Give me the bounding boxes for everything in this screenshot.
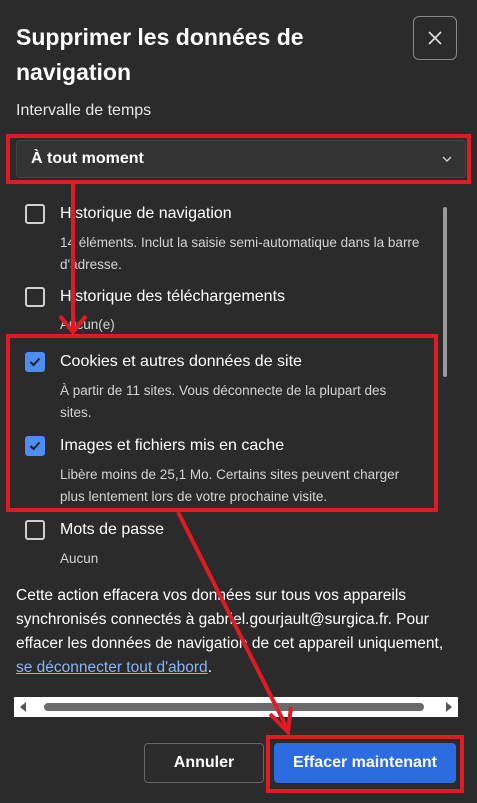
sync-note: Cette action effacera vos données sur to…	[16, 584, 461, 680]
sign-out-link[interactable]: se déconnecter tout d'abord	[16, 659, 208, 676]
cookies-checkbox[interactable]	[25, 352, 45, 372]
time-range-value: À tout moment	[31, 150, 144, 167]
browsing-history-checkbox[interactable]	[25, 204, 45, 224]
horizontal-scrollbar[interactable]	[14, 697, 458, 717]
item-description: Aucun	[60, 551, 99, 564]
item-title: Historique des téléchargements	[60, 288, 286, 305]
close-icon	[428, 31, 442, 45]
item-description: Aucun(e)	[60, 317, 115, 332]
vertical-scrollbar[interactable]	[443, 207, 447, 377]
clear-now-button[interactable]: Effacer maintenant	[274, 743, 456, 783]
sync-note-end: .	[207, 659, 212, 676]
scrollbar-thumb[interactable]	[44, 703, 424, 711]
item-title: Historique de navigation	[60, 205, 232, 222]
item-title: Mots de passe	[60, 521, 165, 538]
dialog-title: Supprimer les données de navigation	[16, 24, 304, 85]
scroll-right-icon[interactable]	[444, 701, 454, 713]
download-history-checkbox[interactable]	[25, 287, 45, 307]
time-range-label: Intervalle de temps	[16, 102, 152, 119]
passwords-checkbox[interactable]	[25, 520, 45, 540]
time-range-select[interactable]: À tout moment	[16, 140, 466, 178]
cancel-button[interactable]: Annuler	[144, 743, 264, 783]
cached-images-checkbox[interactable]	[25, 436, 45, 456]
chevron-down-icon	[442, 156, 452, 162]
clear-browsing-data-dialog: Supprimer les données de navigation Inte…	[0, 0, 477, 803]
item-description: 14 éléments. Inclut la saisie semi-autom…	[60, 235, 420, 272]
item-title: Cookies et autres données de site	[60, 353, 302, 370]
data-types-list: Historique de navigation 14 éléments. In…	[0, 192, 450, 564]
item-description: À partir de 11 sites. Vous déconnecte de…	[60, 383, 387, 420]
close-button[interactable]	[413, 16, 457, 60]
check-icon	[29, 357, 41, 367]
check-icon	[29, 441, 41, 451]
item-description: Libère moins de 25,1 Mo. Certains sites …	[60, 467, 400, 504]
sync-note-text: Cette action effacera vos données sur to…	[16, 587, 444, 652]
scroll-left-icon[interactable]	[18, 701, 28, 713]
item-title: Images et fichiers mis en cache	[60, 437, 285, 454]
